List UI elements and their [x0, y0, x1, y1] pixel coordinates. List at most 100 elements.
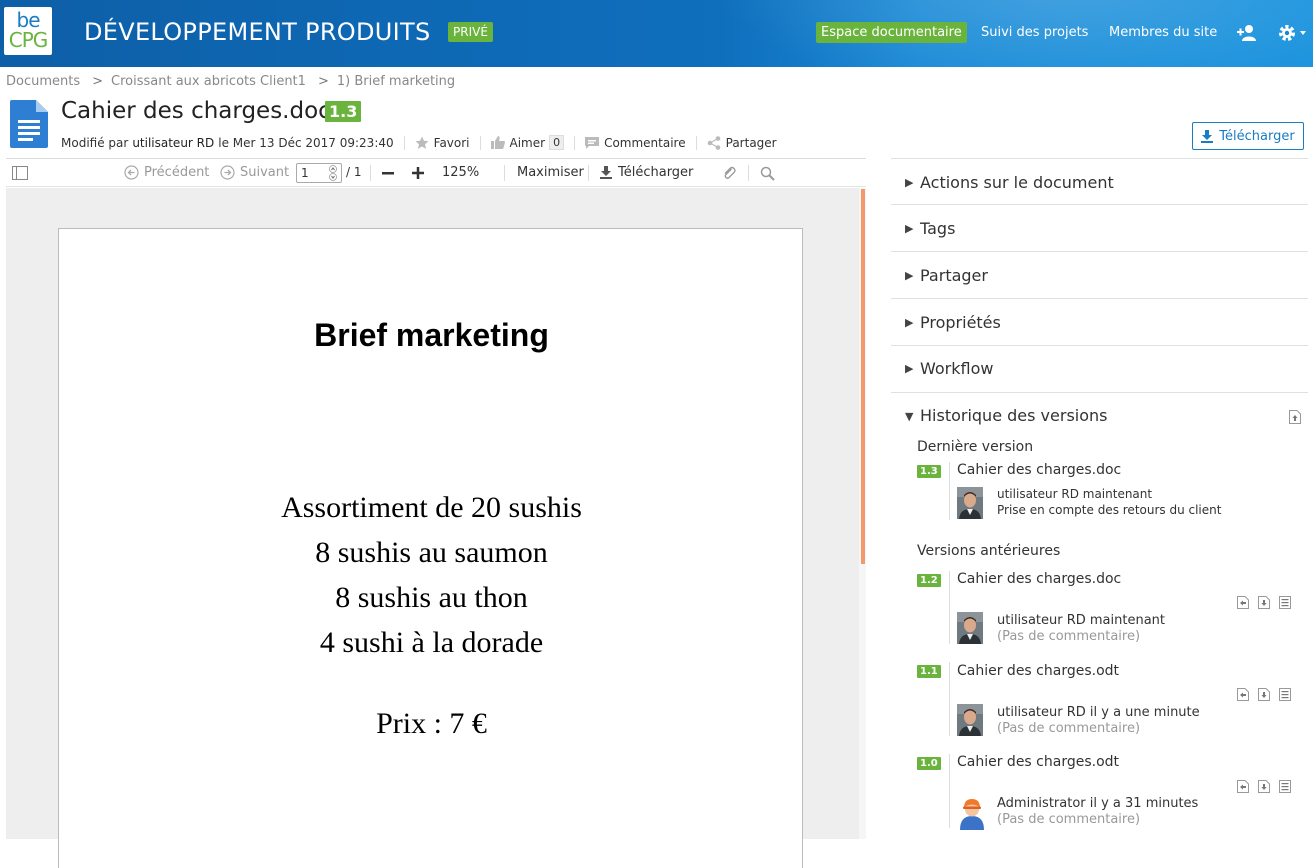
expand-arrow-icon: ▶	[905, 316, 914, 329]
toolbar-divider	[588, 165, 589, 181]
page-price: Prix : 7 €	[376, 707, 487, 740]
section-historique-label[interactable]: Historique des versions	[920, 406, 1107, 425]
add-user-icon[interactable]	[1237, 24, 1257, 42]
download-button[interactable]: Télécharger	[1192, 122, 1304, 150]
document-viewer: Précédent Suivant 1 / 1 125% Maximiser T…	[6, 158, 866, 868]
section-proprietes[interactable]: ▶ Propriétés	[891, 299, 1308, 346]
breadcrumb: Documents > Croissant aux abricots Client1…	[6, 74, 461, 89]
document-meta: Modifié par utilisateur RD le Mer 13 Déc…	[61, 135, 777, 150]
favori-action[interactable]: Favori	[415, 136, 470, 150]
previous-page-label: Précédent	[144, 165, 210, 180]
aimer-label: Aimer	[509, 135, 546, 150]
app-header: be CPG DÉVELOPPEMENT PRODUITS PRIVÉ Espa…	[0, 0, 1313, 67]
section-tags[interactable]: ▶ Tags	[891, 205, 1308, 252]
section-tags-label: Tags	[920, 219, 956, 238]
page-content: Assortiment de 20 sushis 8 sushis au sau…	[59, 485, 804, 665]
modified-user-link[interactable]: utilisateur RD	[132, 136, 214, 150]
version-actions	[1237, 688, 1291, 701]
toolbar-download-button[interactable]: Télécharger	[600, 165, 693, 180]
revert-version-icon[interactable]	[1237, 688, 1249, 701]
avatar	[957, 487, 983, 519]
version-user-time: Administrator il y a 31 minutes	[997, 796, 1199, 811]
version-divider	[949, 662, 950, 736]
breadcrumb-separator: >	[92, 74, 104, 89]
version-badge: 1.3	[917, 465, 941, 478]
nav-suivi-projets[interactable]: Suivi des projets	[981, 25, 1088, 40]
visibility-badge: PRIVÉ	[448, 22, 493, 42]
partager-action[interactable]: Partager	[707, 136, 777, 150]
version-details-icon[interactable]	[1279, 780, 1291, 793]
document-version-badge: 1.3	[325, 101, 362, 122]
version-badge: 1.0	[917, 757, 941, 770]
section-proprietes-label: Propriétés	[920, 313, 1001, 332]
sidebar-toggle-icon[interactable]	[12, 166, 28, 180]
version-details-icon[interactable]	[1279, 688, 1291, 701]
gear-icon[interactable]	[1278, 23, 1312, 43]
avatar	[957, 704, 983, 736]
page-number-input[interactable]: 1	[296, 163, 342, 183]
version-name: Cahier des charges.doc	[957, 571, 1122, 587]
version-name: Cahier des charges.odt	[957, 663, 1120, 679]
viewer-scrollbar-thumb[interactable]	[861, 189, 865, 564]
version-divider	[949, 462, 950, 520]
nav-membres-site[interactable]: Membres du site	[1109, 25, 1217, 40]
site-title: DÉVELOPPEMENT PRODUITS	[84, 18, 431, 46]
breadcrumb-product[interactable]: Croissant aux abricots Client1	[111, 74, 306, 89]
revert-version-icon[interactable]	[1237, 596, 1249, 609]
becpg-logo[interactable]: be CPG	[4, 7, 52, 55]
toolbar-divider	[370, 165, 371, 181]
arrow-right-circle-icon	[220, 165, 235, 180]
section-partager[interactable]: ▶ Partager	[891, 252, 1308, 299]
version-divider	[949, 571, 950, 644]
page-line: 4 sushi à la dorade	[319, 626, 544, 659]
zoom-out-button[interactable]	[382, 172, 394, 175]
nav-espace-documentaire[interactable]: Espace documentaire	[816, 22, 967, 43]
download-version-icon[interactable]	[1258, 688, 1270, 701]
viewer-canvas: Brief marketing Assortiment de 20 sushis…	[6, 188, 866, 868]
partager-label: Partager	[725, 135, 777, 150]
viewer-toolbar: Précédent Suivant 1 / 1 125% Maximiser T…	[6, 159, 866, 187]
section-actions[interactable]: ▶ Actions sur le document	[891, 158, 1308, 205]
document-details-panel: ▶ Actions sur le document ▶ Tags ▶ Parta…	[891, 158, 1308, 838]
document-page: Brief marketing Assortiment de 20 sushis…	[58, 228, 803, 868]
zoom-in-button[interactable]	[412, 167, 424, 179]
page-number-value: 1	[301, 166, 309, 180]
download-version-icon[interactable]	[1258, 780, 1270, 793]
commentaire-action[interactable]: Commentaire	[585, 136, 686, 150]
version-details-icon[interactable]	[1279, 596, 1291, 609]
admin-avatar	[957, 794, 984, 830]
document-title: Cahier des charges.doc	[61, 98, 331, 124]
revert-version-icon[interactable]	[1237, 780, 1249, 793]
search-icon[interactable]	[760, 166, 775, 181]
version-badge: 1.2	[917, 574, 941, 587]
avatar	[957, 612, 983, 644]
maximize-button[interactable]: Maximiser	[517, 165, 584, 180]
arrow-left-circle-icon	[124, 165, 139, 180]
expand-arrow-icon: ▶	[905, 362, 914, 375]
breadcrumb-folder[interactable]: 1) Brief marketing	[337, 74, 455, 89]
next-page-button[interactable]: Suivant	[220, 165, 289, 180]
version-name: Cahier des charges.odt	[957, 754, 1120, 770]
toolbar-divider	[504, 165, 505, 181]
upload-new-version-icon[interactable]	[1289, 410, 1301, 424]
favori-label: Favori	[433, 135, 470, 150]
section-workflow[interactable]: ▶ Workflow	[891, 346, 1308, 393]
page-spinner-icon[interactable]	[327, 165, 339, 181]
zoom-level-select[interactable]: 125%	[442, 165, 479, 180]
breadcrumb-documents[interactable]: Documents	[6, 74, 80, 89]
download-version-icon[interactable]	[1258, 596, 1270, 609]
attachment-icon[interactable]	[722, 166, 737, 181]
version-comment: (Pas de commentaire)	[997, 629, 1141, 644]
meta-divider	[479, 135, 481, 150]
logo-text-bottom: CPG	[8, 28, 49, 52]
collapse-arrow-icon[interactable]: ▼	[905, 410, 913, 423]
page-total: / 1	[346, 165, 362, 179]
latest-version-heading: Dernière version	[917, 439, 1034, 455]
previous-versions-heading: Versions antérieures	[917, 543, 1061, 559]
previous-page-button[interactable]: Précédent	[124, 165, 209, 180]
meta-divider	[403, 135, 405, 150]
download-icon	[600, 166, 612, 179]
expand-arrow-icon: ▶	[905, 176, 914, 189]
download-button-label: Télécharger	[1219, 128, 1295, 144]
aimer-action[interactable]: Aimer 0	[490, 135, 565, 150]
